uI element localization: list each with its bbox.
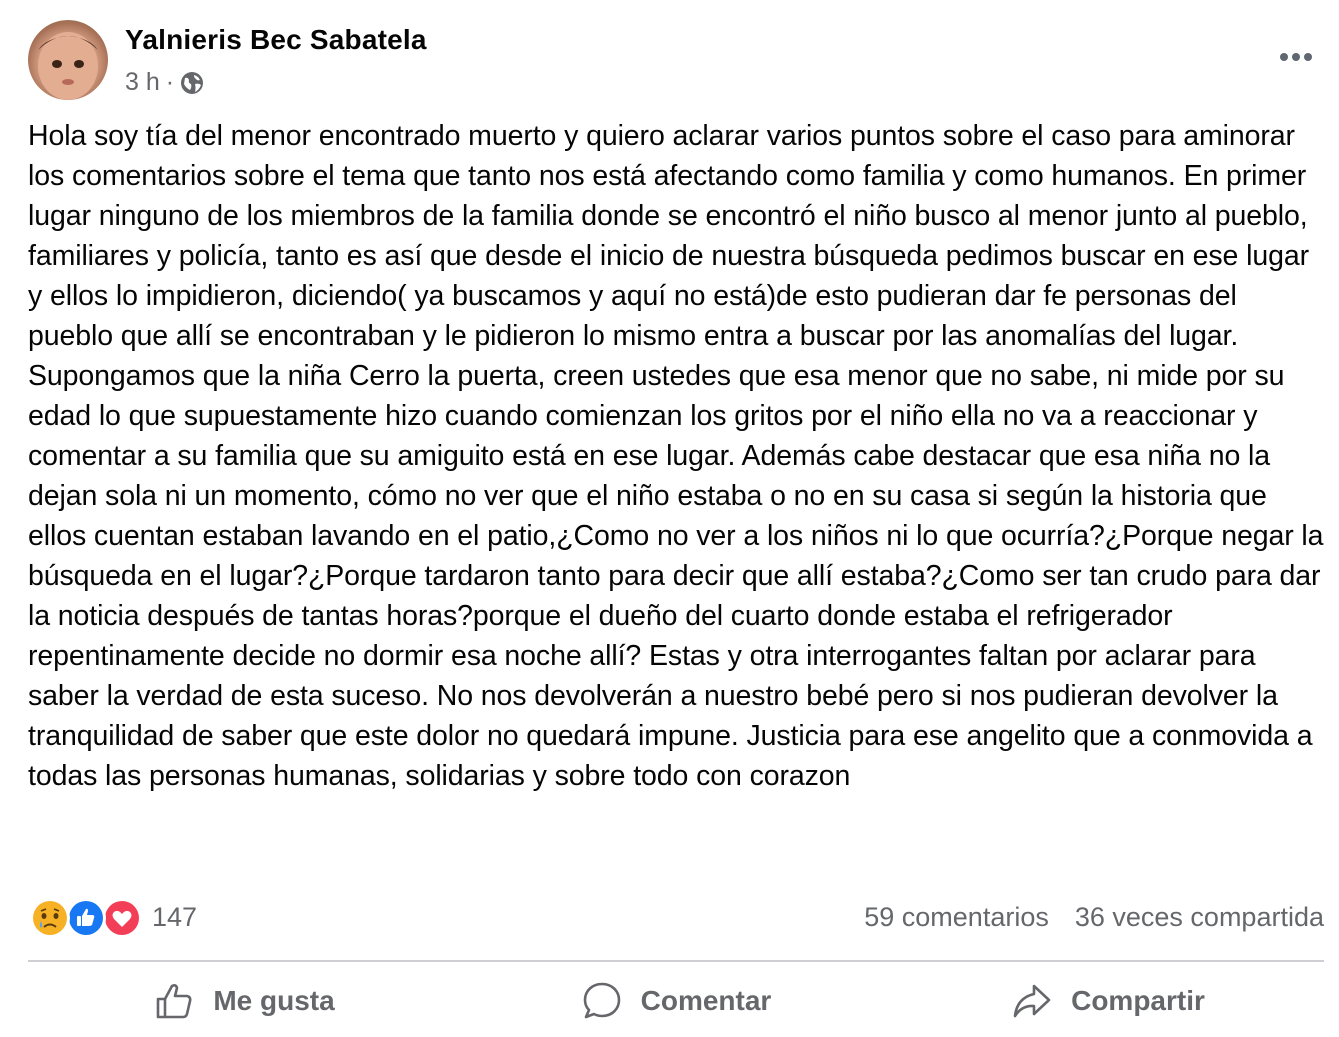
love-reaction-icon [102,898,142,938]
post-header: Yalnieris Bec Sabatela 3 h · [28,18,1318,104]
like-button[interactable]: Me gusta [28,966,460,1036]
like-reaction-icon [66,898,106,938]
action-bar: Me gusta Comentar Compartir [28,966,1324,1036]
like-label: Me gusta [213,985,335,1016]
engagement-counts: 59 comentarios 36 veces compartida [864,902,1324,933]
post-meta: 3 h · [125,68,204,97]
sad-reaction-icon [30,898,70,938]
share-button[interactable]: Compartir [892,966,1324,1036]
more-dot-icon [1304,53,1312,61]
avatar-photo-icon [28,32,98,100]
thumbs-up-icon [157,984,192,1019]
comment-button[interactable]: Comentar [460,966,892,1036]
more-dot-icon [1292,53,1300,61]
reaction-count[interactable]: 147 [152,902,197,933]
more-options-button[interactable] [1274,42,1318,72]
comment-label: Comentar [640,985,772,1016]
post-time[interactable]: 3 h [125,68,160,97]
comment-count[interactable]: 59 comentarios [864,902,1049,933]
post-body: Hola soy tía del menor encontrado muerto… [28,120,1332,792]
share-label: Compartir [1071,985,1205,1016]
divider [28,960,1324,962]
share-arrow-icon [1013,984,1051,1018]
meta-separator: · [165,68,175,96]
globe-icon[interactable] [180,71,204,95]
avatar[interactable] [28,20,108,100]
post-stats: 147 59 comentarios 36 veces compartida [28,896,1324,942]
comment-bubble-icon [583,982,620,1019]
share-count[interactable]: 36 veces compartida [1075,902,1324,933]
reactions-summary[interactable] [30,898,142,938]
more-dot-icon [1280,53,1288,61]
author-name[interactable]: Yalnieris Bec Sabatela [125,24,427,56]
